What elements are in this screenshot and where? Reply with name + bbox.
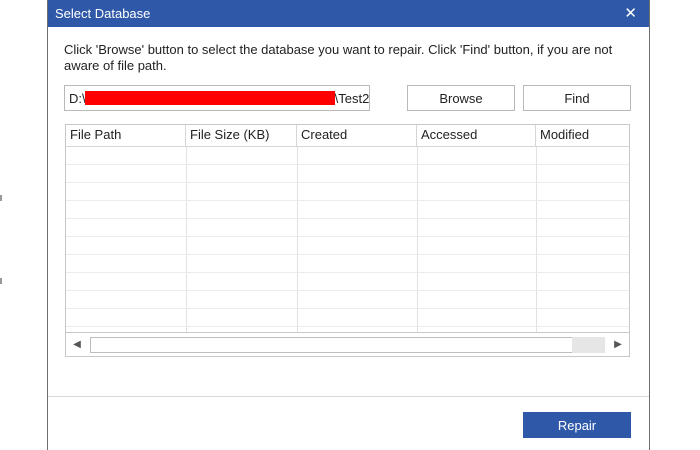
scroll-right-arrow-icon[interactable]: ▶ [607,335,629,355]
database-path-field[interactable]: D:\ \Test2.: [64,85,370,111]
empty-row-line [66,290,629,291]
empty-row-line [66,182,629,183]
redaction-mark [84,91,335,105]
path-suffix: \Test2.: [334,90,370,106]
path-prefix: D:\ [69,90,86,106]
instructions-text: Click 'Browse' button to select the data… [64,42,613,73]
empty-row-line [66,218,629,219]
column-header-created[interactable]: Created [297,125,417,147]
repair-button[interactable]: Repair [523,412,631,438]
empty-row-line [66,326,629,327]
close-icon[interactable]: ✕ [624,6,637,21]
column-header-file-size[interactable]: File Size (KB) [186,125,297,147]
dialog-title: Select Database [55,6,151,21]
column-header-accessed[interactable]: Accessed [417,125,536,147]
empty-row-line [66,200,629,201]
table-header: File Path File Size (KB) Created Accesse… [66,125,629,147]
empty-row-line [66,272,629,273]
column-divider [536,147,537,332]
scroll-thumb[interactable] [90,336,573,353]
horizontal-scrollbar[interactable]: ◀ ▶ [66,332,629,356]
column-divider [417,147,418,332]
column-divider [297,147,298,332]
empty-row-line [66,308,629,309]
scroll-track[interactable] [90,336,605,354]
screen: Select Database ✕ Click 'Browse' button … [0,0,700,450]
empty-row-line [66,236,629,237]
table-body [66,147,629,332]
edge-artifact [0,195,2,201]
edge-artifact [0,278,2,284]
empty-row-line [66,164,629,165]
find-button[interactable]: Find [523,85,631,111]
column-header-file-path[interactable]: File Path [66,125,186,147]
select-database-dialog: Select Database ✕ Click 'Browse' button … [47,0,650,450]
browse-button[interactable]: Browse [407,85,515,111]
column-header-modified[interactable]: Modified [536,125,629,147]
footer-divider [48,396,649,397]
scroll-left-arrow-icon[interactable]: ◀ [66,335,88,355]
column-divider [186,147,187,332]
title-bar: Select Database ✕ [48,0,649,27]
scroll-track-remainder [572,336,605,353]
empty-row-line [66,254,629,255]
file-list-table[interactable]: File Path File Size (KB) Created Accesse… [65,124,630,357]
